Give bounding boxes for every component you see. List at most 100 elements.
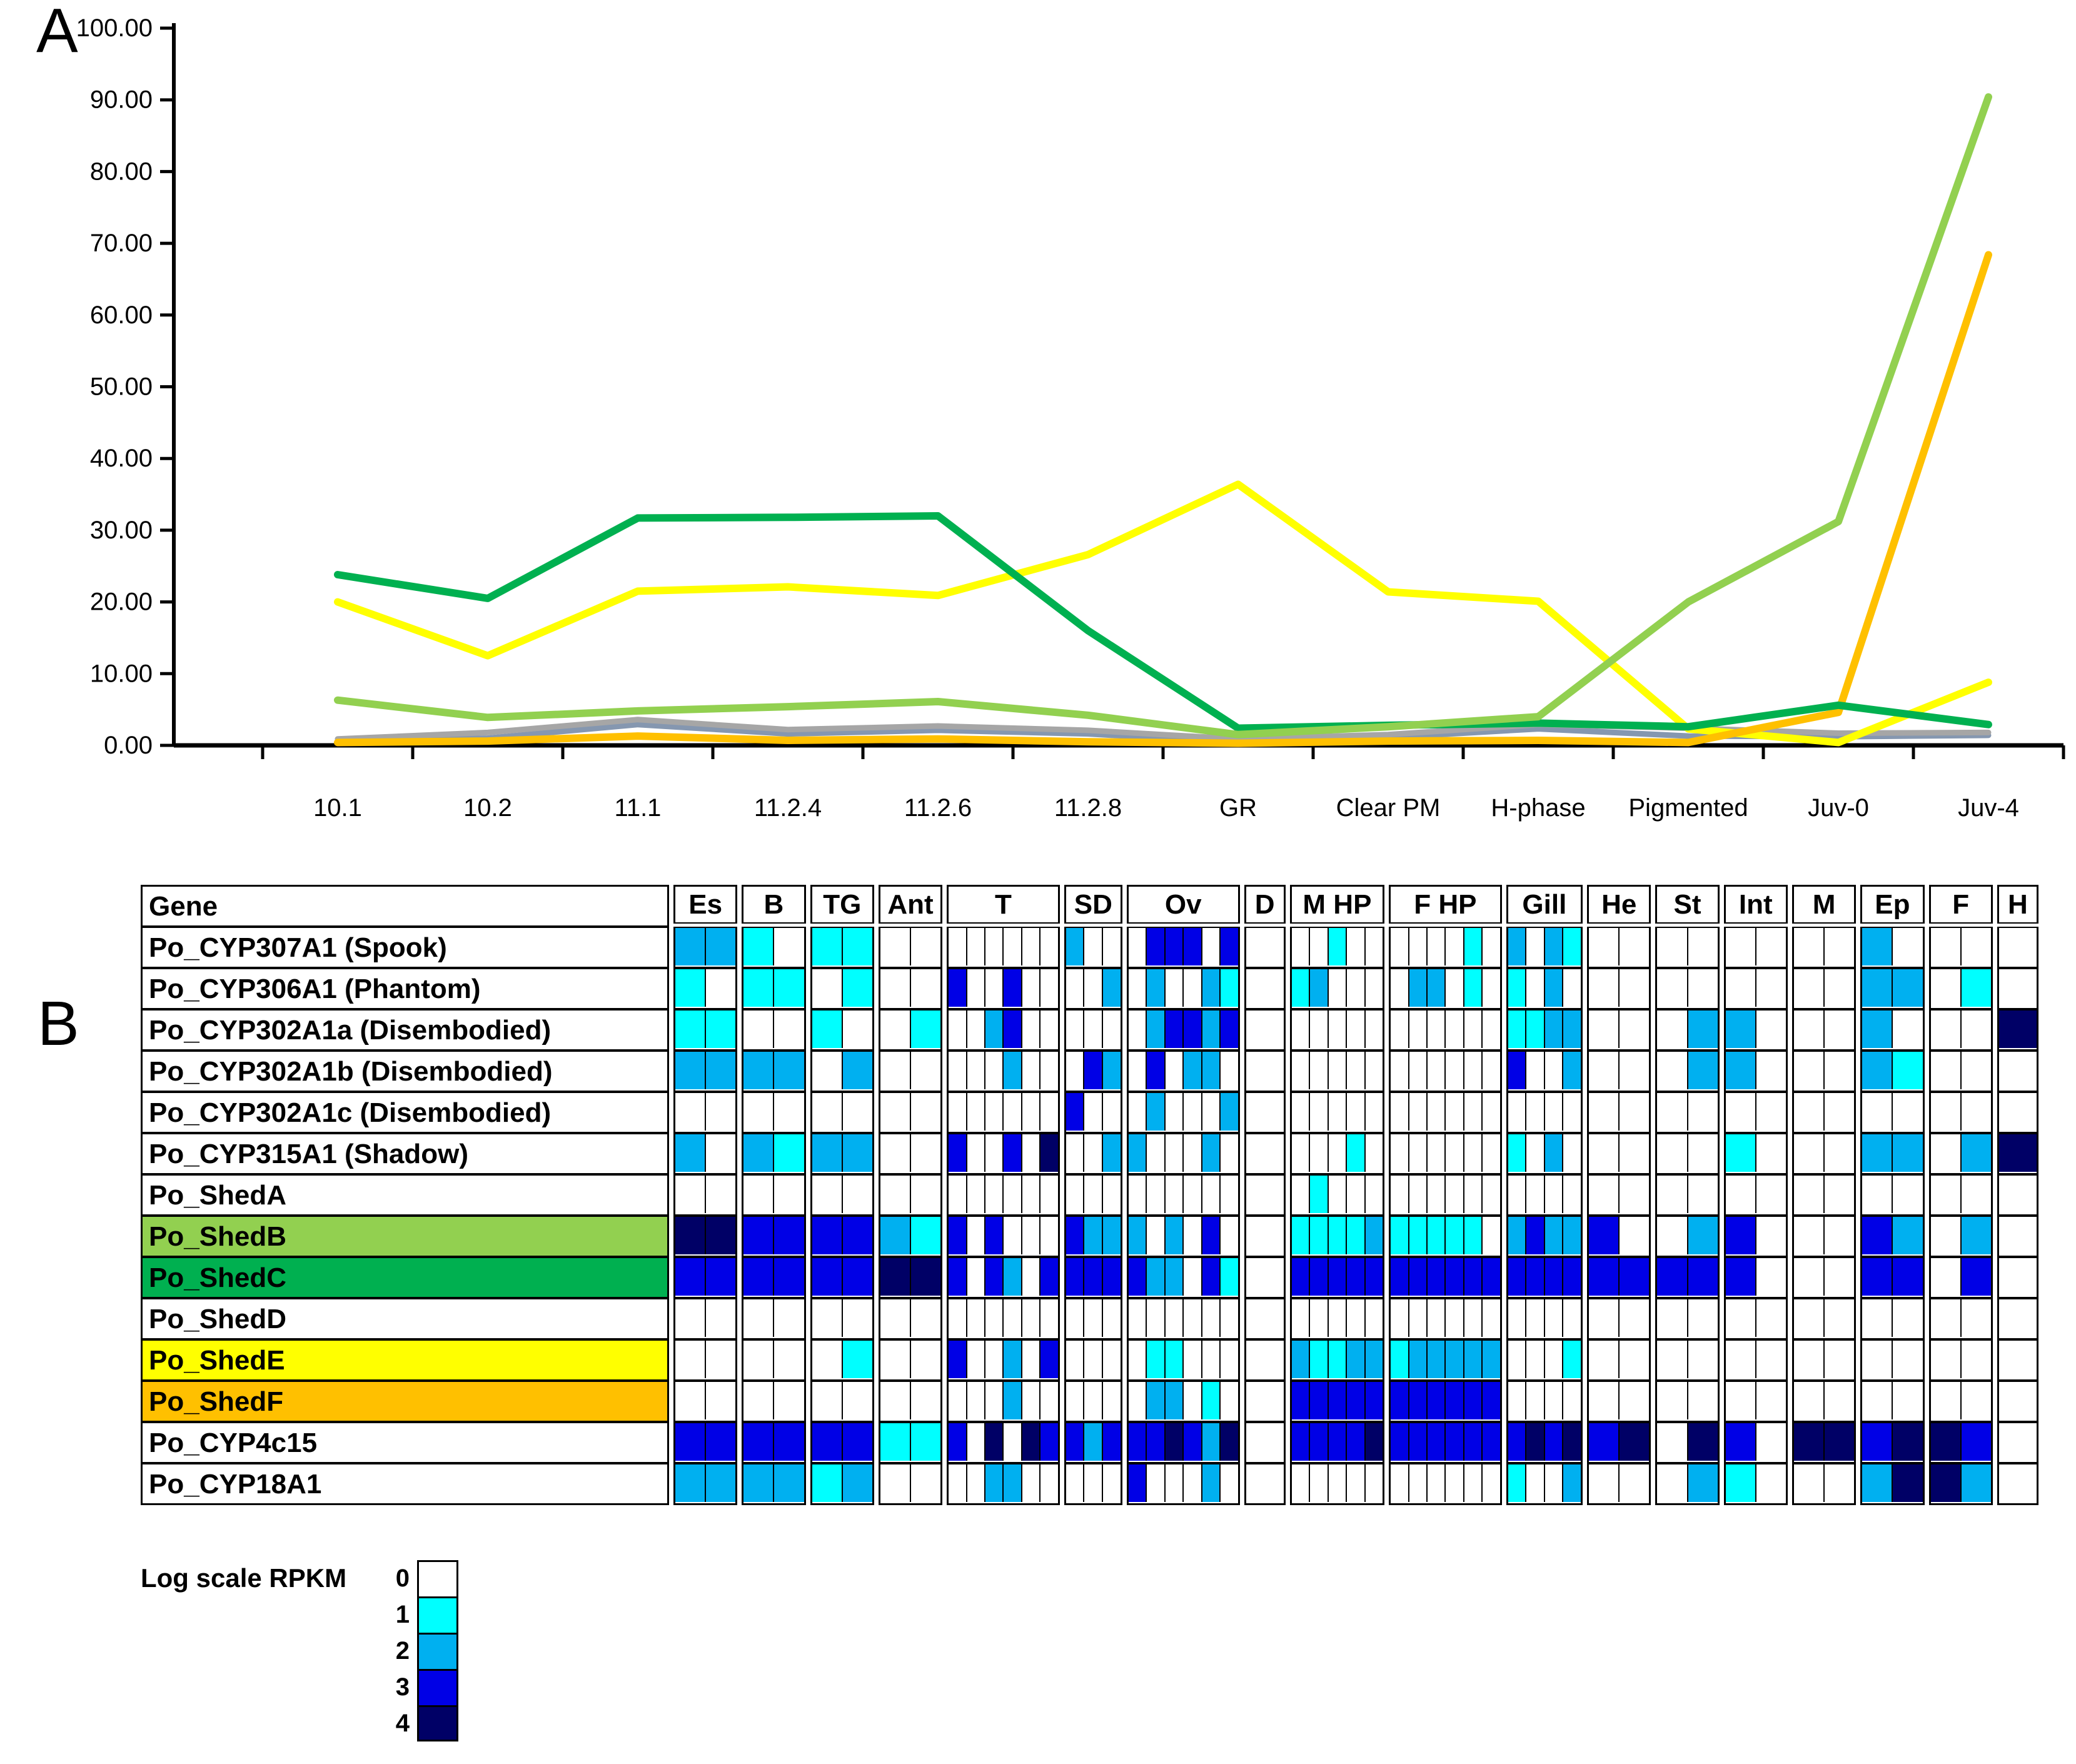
- heat-cell: [1391, 1258, 1409, 1296]
- heat-cell: [743, 1176, 774, 1213]
- heat-cell: [1084, 928, 1103, 965]
- heat-cell: [706, 969, 735, 1007]
- heat-cell: [843, 1052, 872, 1089]
- heat-cell: [1726, 1423, 1756, 1461]
- gene-tissue-heatmap-table: GeneEsBTGAntTSDOvDM HPF HPGillHeStIntMEp…: [141, 885, 2038, 1505]
- heat-cell: [812, 1258, 843, 1296]
- tissue-group-f: [1929, 927, 1993, 968]
- heat-cell: [1409, 1258, 1428, 1296]
- tissue-group-ov: [1127, 1339, 1240, 1381]
- tissue-group-int: [1724, 1092, 1788, 1133]
- heat-cell: [1508, 1011, 1527, 1048]
- heat-cell: [1446, 1299, 1464, 1337]
- heat-cell: [812, 1423, 843, 1461]
- tissue-group-t: [947, 1381, 1060, 1422]
- tissue-group-int: [1724, 1009, 1788, 1051]
- tissue-group-d: [1244, 968, 1286, 1009]
- heat-cell: [1329, 1217, 1347, 1254]
- heat-cell: [1825, 1299, 1854, 1337]
- tissue-group-tg: [810, 1216, 874, 1257]
- heat-cell: [1129, 1382, 1147, 1419]
- heat-cell: [1347, 1176, 1365, 1213]
- heat-cell: [1409, 1217, 1428, 1254]
- heat-cell: [911, 1176, 940, 1213]
- heat-cell: [985, 928, 1004, 965]
- heat-cell: [1041, 1134, 1057, 1172]
- heat-cell: [911, 1464, 940, 1502]
- heat-cell: [1084, 1464, 1103, 1502]
- heat-cell: [1825, 928, 1854, 965]
- heat-cell: [843, 1382, 872, 1419]
- heat-cell: [1962, 1176, 1991, 1213]
- heat-cell: [1329, 1011, 1347, 1048]
- tissue-group-tg: TG: [810, 885, 874, 924]
- heat-cell: [1292, 928, 1310, 965]
- tissue-group-ep: [1860, 1133, 1924, 1174]
- heat-cell: [1999, 1382, 2037, 1419]
- heat-cell: [1004, 1423, 1022, 1461]
- series-line-Po_ShedC: [338, 516, 1988, 728]
- legend-swatch-column: 01234: [381, 1560, 458, 1741]
- tissue-group-d: [1244, 1174, 1286, 1216]
- heat-cell: [1066, 1299, 1085, 1337]
- tissue-group-es: [673, 1174, 737, 1216]
- legend-entry: 1: [381, 1596, 458, 1633]
- heat-cell: [1545, 928, 1564, 965]
- heat-cell: [985, 1382, 1004, 1419]
- tissue-group-m: [1792, 927, 1856, 968]
- heat-cell: [1022, 1299, 1041, 1337]
- heat-cell: [967, 1011, 985, 1048]
- tissue-group-tg: [810, 1381, 874, 1422]
- heat-cell: [1184, 969, 1202, 1007]
- heatmap-row: Po_CYP4c15: [141, 1422, 2038, 1463]
- heat-cell: [1184, 1176, 1202, 1213]
- tissue-group-int: [1724, 1257, 1788, 1298]
- heat-cell: [1893, 1011, 1922, 1048]
- tissue-group-h: [1997, 1009, 2038, 1051]
- heat-cell: [1688, 1382, 1718, 1419]
- tissue-group-es: [673, 1133, 737, 1174]
- tissue-group-ant: [879, 1216, 942, 1257]
- tissue-group-ep: [1860, 1257, 1924, 1298]
- heat-cell: [1103, 1341, 1121, 1378]
- heat-cell: [1310, 1134, 1328, 1172]
- heat-cell: [774, 1011, 804, 1048]
- heat-cell: [1893, 1176, 1922, 1213]
- series-line-Po_ShedB: [338, 97, 1988, 735]
- heat-cell: [1310, 1052, 1328, 1089]
- tissue-group-es: [673, 968, 737, 1009]
- heat-cell: [706, 1423, 735, 1461]
- x-category-label: 11.1: [615, 794, 662, 822]
- tissue-group-ep: [1860, 1216, 1924, 1257]
- heat-cell: [1931, 969, 1962, 1007]
- heat-cell: [1004, 1382, 1022, 1419]
- tissue-group-st: [1655, 1298, 1719, 1339]
- tissue-group-m: [1792, 1216, 1856, 1257]
- heat-cell: [1310, 1423, 1328, 1461]
- legend-entry-label: 1: [381, 1601, 410, 1629]
- tissue-group-m-hp: [1290, 1257, 1384, 1298]
- tissue-group-sd: [1064, 1092, 1122, 1133]
- heat-cell: [1589, 1382, 1620, 1419]
- heat-cell: [1428, 969, 1446, 1007]
- heat-cell: [1931, 1217, 1962, 1254]
- heat-cell: [1464, 1382, 1483, 1419]
- tissue-group-f: [1929, 1133, 1993, 1174]
- heat-cell: [880, 1341, 911, 1378]
- heat-cell: [985, 1176, 1004, 1213]
- heat-cell: [1756, 1423, 1786, 1461]
- heat-cell: [1166, 1464, 1184, 1502]
- tissue-group-int: Int: [1724, 885, 1788, 924]
- heat-cell: [1347, 1217, 1365, 1254]
- tissue-group-sd: [1064, 1298, 1122, 1339]
- heat-cell: [1084, 1423, 1103, 1461]
- heat-cell: [1526, 1423, 1545, 1461]
- tissue-group-m-hp: [1290, 1174, 1384, 1216]
- heat-cell: [1589, 1464, 1620, 1502]
- heat-cell: [1862, 1217, 1893, 1254]
- heat-cell: [1202, 1299, 1221, 1337]
- heat-cell: [1962, 928, 1991, 965]
- heat-cell: [949, 1217, 967, 1254]
- heat-cell: [1825, 1217, 1854, 1254]
- heat-cell: [1041, 1258, 1057, 1296]
